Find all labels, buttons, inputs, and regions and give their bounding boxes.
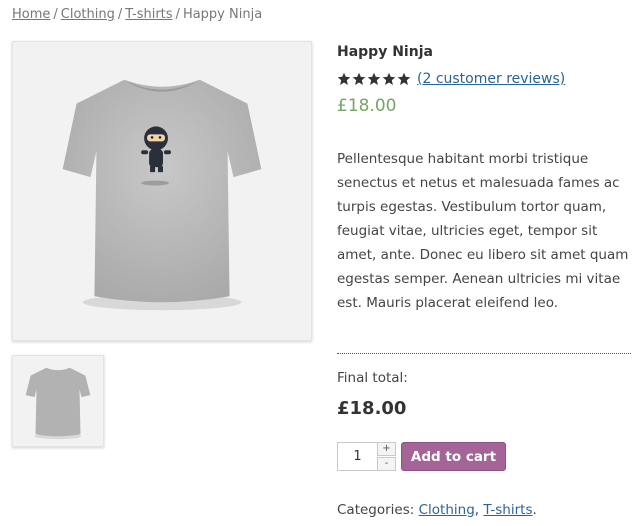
ninja-shirt-image [62, 79, 262, 311]
star-rating [337, 72, 411, 86]
categories-end: . [532, 502, 537, 518]
product-price: £18.00 [337, 96, 397, 116]
category-separator: , [474, 502, 480, 518]
final-total-label: Final total: [337, 370, 408, 386]
breadcrumb-current: Happy Ninja [182, 7, 263, 22]
breadcrumb-separator: / [53, 7, 58, 22]
breadcrumb-separator: / [175, 7, 180, 22]
final-total-price: £18.00 [337, 398, 407, 419]
star-icon [337, 72, 351, 85]
star-icon [382, 72, 396, 85]
add-to-cart-button[interactable]: Add to cart [401, 442, 506, 471]
star-icon [397, 72, 411, 85]
star-icon [367, 72, 381, 85]
product-main-image[interactable] [12, 41, 312, 341]
product-thumbnail[interactable] [12, 355, 104, 447]
product-description: Pellentesque habitant morbi tristique se… [337, 151, 629, 311]
breadcrumb-separator: / [117, 7, 123, 22]
breadcrumb: Home / Clothing / T-shirts / Happy Ninja [12, 7, 262, 22]
quantity-input[interactable]: 1 [337, 442, 377, 471]
breadcrumb-home-link[interactable]: Home [12, 7, 50, 22]
customer-reviews-link[interactable]: (2 customer reviews) [417, 71, 565, 87]
quantity-increase-button[interactable]: + [377, 442, 396, 456]
star-icon [352, 72, 366, 85]
quantity-stepper: 1 + - [337, 442, 396, 471]
breadcrumb-clothing-link[interactable]: Clothing [61, 7, 115, 22]
divider [337, 353, 631, 354]
product-rating: (2 customer reviews) [337, 69, 565, 89]
categories-label: Categories: [337, 502, 415, 518]
product-title: Happy Ninja [337, 44, 433, 60]
product-categories: Categories: Clothing, T-shirts. [337, 502, 537, 518]
category-link-tshirts[interactable]: T-shirts [483, 502, 532, 518]
quantity-decrease-button[interactable]: - [377, 457, 396, 471]
category-link-clothing[interactable]: Clothing [419, 502, 475, 518]
shirt-back-image [25, 367, 91, 440]
breadcrumb-tshirts-link[interactable]: T-shirts [125, 7, 172, 22]
